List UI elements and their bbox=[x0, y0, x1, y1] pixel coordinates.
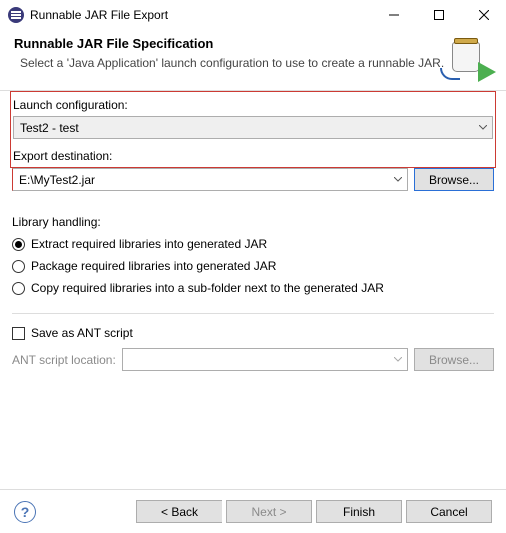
save-ant-label: Save as ANT script bbox=[31, 326, 133, 340]
ant-location-field bbox=[123, 349, 389, 370]
library-handling-label: Library handling: bbox=[12, 209, 494, 233]
chevron-down-icon bbox=[389, 357, 407, 362]
jar-export-icon bbox=[448, 36, 492, 80]
export-destination-combo[interactable] bbox=[12, 168, 408, 191]
help-button[interactable]: ? bbox=[14, 501, 36, 523]
back-button[interactable]: < Back bbox=[136, 500, 222, 523]
radio-copy[interactable]: Copy required libraries into a sub-folde… bbox=[12, 277, 494, 299]
export-destination-label: Export destination: bbox=[11, 143, 495, 167]
page-title: Runnable JAR File Specification bbox=[14, 36, 448, 51]
browse-ant-button: Browse... bbox=[414, 348, 494, 371]
wizard-footer: ? < Back Next > Finish Cancel bbox=[0, 489, 506, 533]
browse-destination-button[interactable]: Browse... bbox=[414, 168, 494, 191]
radio-package-label: Package required libraries into generate… bbox=[31, 259, 276, 273]
browse-label: Browse... bbox=[429, 353, 479, 367]
separator bbox=[12, 313, 494, 314]
next-button: Next > bbox=[226, 500, 312, 523]
radio-extract[interactable]: Extract required libraries into generate… bbox=[12, 233, 494, 255]
radio-icon bbox=[12, 260, 25, 273]
chevron-down-icon bbox=[474, 125, 492, 130]
page-subtitle: Select a 'Java Application' launch confi… bbox=[14, 55, 448, 71]
radio-icon bbox=[12, 238, 25, 251]
highlighted-region: Launch configuration: Export destination… bbox=[10, 91, 496, 168]
eclipse-icon bbox=[8, 7, 24, 23]
launch-config-label: Launch configuration: bbox=[11, 92, 495, 116]
save-ant-checkbox[interactable]: Save as ANT script bbox=[10, 324, 496, 342]
chevron-down-icon bbox=[389, 177, 407, 182]
cancel-button[interactable]: Cancel bbox=[406, 500, 492, 523]
radio-extract-label: Extract required libraries into generate… bbox=[31, 237, 267, 251]
launch-config-value[interactable] bbox=[14, 117, 474, 138]
browse-label: Browse... bbox=[429, 173, 479, 187]
checkbox-icon bbox=[12, 327, 25, 340]
wizard-header: Runnable JAR File Specification Select a… bbox=[0, 30, 506, 91]
radio-icon bbox=[12, 282, 25, 295]
close-button[interactable] bbox=[461, 0, 506, 30]
minimize-button[interactable] bbox=[371, 0, 416, 30]
export-destination-field[interactable] bbox=[13, 169, 389, 190]
radio-package[interactable]: Package required libraries into generate… bbox=[12, 255, 494, 277]
ant-location-label: ANT script location: bbox=[12, 353, 116, 367]
radio-copy-label: Copy required libraries into a sub-folde… bbox=[31, 281, 384, 295]
maximize-button[interactable] bbox=[416, 0, 461, 30]
ant-location-combo bbox=[122, 348, 408, 371]
titlebar: Runnable JAR File Export bbox=[0, 0, 506, 30]
launch-config-combo[interactable] bbox=[13, 116, 493, 139]
window-title: Runnable JAR File Export bbox=[30, 8, 371, 22]
finish-button[interactable]: Finish bbox=[316, 500, 402, 523]
